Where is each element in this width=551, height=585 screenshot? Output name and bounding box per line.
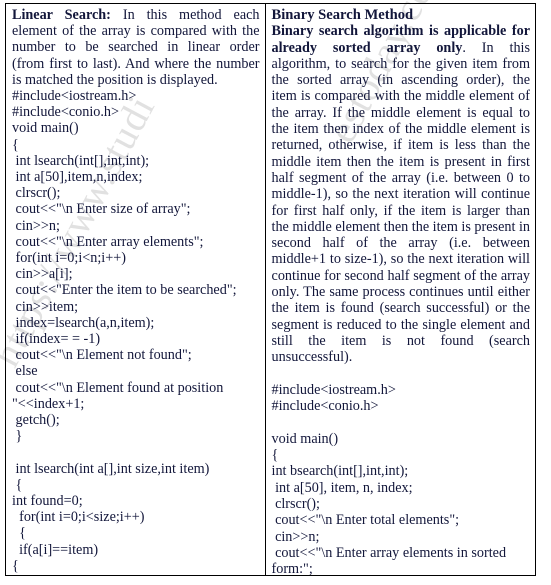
linear-search-paragraph: Linear Search: In this method each eleme… — [12, 7, 260, 88]
linear-search-code-block: #include<iostream.h> #include<conio.h> v… — [12, 88, 237, 445]
left-column-cell: Linear Search: In this method each eleme… — [6, 4, 266, 575]
two-column-table: Linear Search: In this method each eleme… — [5, 3, 536, 576]
right-includes-spacer — [272, 414, 530, 430]
linear-search-title: Linear Search: — [12, 7, 111, 23]
binary-search-code-block: void main() { int bsearch(int[],int,int)… — [271, 430, 507, 575]
binary-search-heading: Binary Search Method — [271, 7, 414, 23]
right-column-cell: Binary Search Method Binary search algor… — [266, 4, 535, 575]
left-code-spacer — [12, 444, 260, 460]
linear-search-function-block: int lsearch(int a[],int size,int item) {… — [12, 460, 210, 575]
binary-search-includes-block: #include<iostream.h> #include<conio.h> — [271, 381, 396, 415]
binary-search-paragraph: Binary search algorithm is applicable fo… — [272, 23, 530, 365]
right-para-spacer — [272, 366, 530, 382]
binary-search-description-text: . In this algorithm, to search for the g… — [271, 39, 530, 366]
